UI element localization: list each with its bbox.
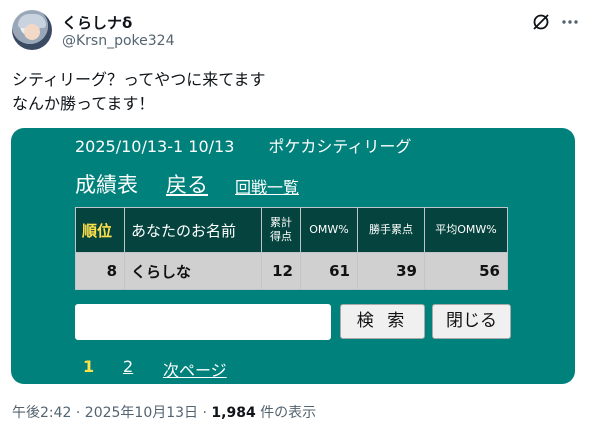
rounds-list-link[interactable]: 回戦一覧: [235, 174, 299, 198]
view-count: 1,984: [211, 405, 256, 421]
close-button[interactable]: 閉じる: [432, 304, 511, 339]
column-avg-omw: 平均OMW%: [424, 207, 508, 253]
column-points-line1: 累計: [270, 216, 292, 229]
post-timestamp[interactable]: 午後2:42 · 2025年10月13日 ·: [12, 405, 211, 421]
display-name[interactable]: くらしナδ: [62, 12, 132, 33]
user-handle[interactable]: @Krsn_poke324: [62, 33, 175, 49]
next-page-link[interactable]: 次ページ: [163, 357, 227, 381]
results-table: 順位 あなたのお名前 累計 得点 OMW% 勝手累点 平均OMW% 8 くらしな…: [75, 207, 508, 290]
table-header-row: 順位 あなたのお名前 累計 得点 OMW% 勝手累点 平均OMW%: [75, 207, 508, 253]
column-points-line2: 得点: [270, 230, 292, 243]
page-1-current: 1: [83, 357, 95, 376]
view-count-label: 件の表示: [255, 405, 317, 421]
more-icon[interactable]: [560, 12, 580, 32]
column-omw: OMW%: [300, 207, 358, 253]
event-header: 2025/10/13-1 10/13 ポケカシティリーグ: [75, 133, 411, 157]
table-row: 8 くらしな 12 61 39 56: [75, 252, 508, 290]
cell-win-points: 39: [357, 252, 425, 290]
column-rank: 順位: [75, 207, 125, 253]
avatar-face: [24, 24, 40, 40]
post-meta: 午後2:42 · 2025年10月13日 · 1,984 件の表示: [12, 402, 316, 422]
cell-name: くらしな: [124, 252, 262, 290]
post-text-line: なんか勝ってます！: [12, 94, 155, 113]
event-date: 2025/10/13-1 10/13: [75, 137, 235, 156]
back-link[interactable]: 戻る: [166, 169, 208, 199]
post-text: シティリーグ？ってやつに来てます なんか勝ってます！: [12, 68, 265, 116]
post-text-line: シティリーグ？ってやつに来てます: [12, 70, 266, 89]
avatar[interactable]: [12, 10, 52, 50]
event-title: ポケカシティリーグ: [268, 137, 412, 156]
page-title: 成績表: [75, 173, 138, 197]
cell-rank: 8: [75, 252, 125, 290]
column-win-points: 勝手累点: [357, 207, 425, 253]
search-button[interactable]: 検 索: [340, 304, 425, 339]
page-2-link[interactable]: 2: [119, 357, 137, 376]
cell-avg-omw: 56: [424, 252, 508, 290]
cell-omw: 61: [300, 252, 358, 290]
grok-icon[interactable]: [531, 12, 551, 32]
search-input[interactable]: [75, 304, 331, 340]
column-name: あなたのお名前: [124, 207, 262, 253]
results-screenshot[interactable]: 2025/10/13-1 10/13 ポケカシティリーグ 成績表 戻る 回戦一覧 …: [11, 128, 575, 384]
column-points: 累計 得点: [261, 207, 301, 253]
cell-points: 12: [261, 252, 301, 290]
